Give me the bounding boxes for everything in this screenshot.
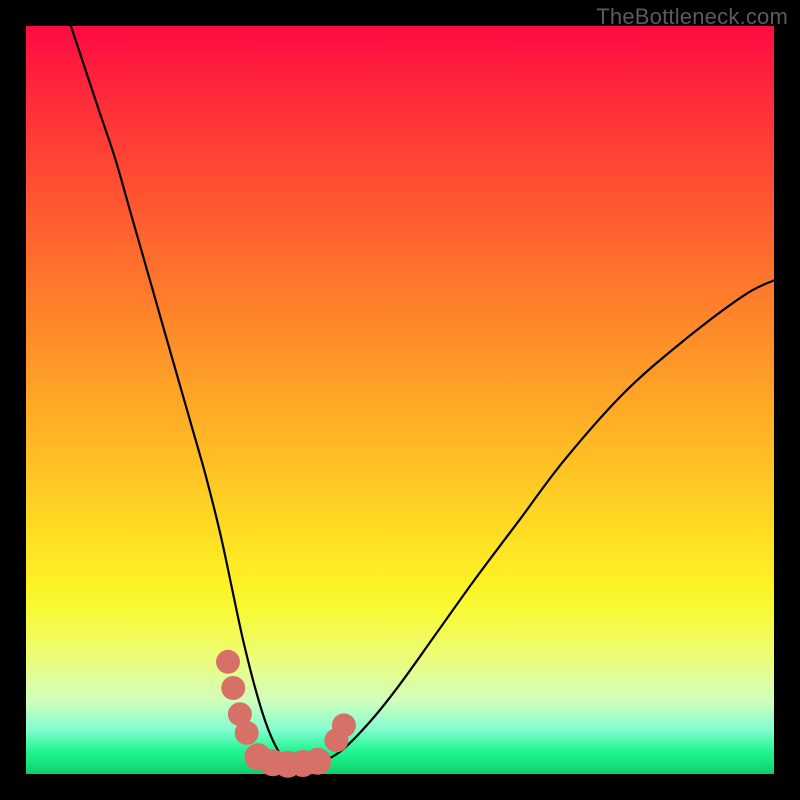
curve-marker	[304, 748, 331, 775]
curve-marker	[332, 713, 356, 737]
curve-marker	[221, 676, 245, 700]
marker-group	[216, 650, 356, 778]
watermark-text: TheBottleneck.com	[596, 4, 788, 30]
curve-marker	[235, 721, 259, 745]
bottleneck-curve	[71, 26, 774, 765]
curve-marker	[216, 650, 240, 674]
chart-frame: TheBottleneck.com	[0, 0, 800, 800]
chart-svg	[26, 26, 774, 774]
plot-area	[26, 26, 774, 774]
